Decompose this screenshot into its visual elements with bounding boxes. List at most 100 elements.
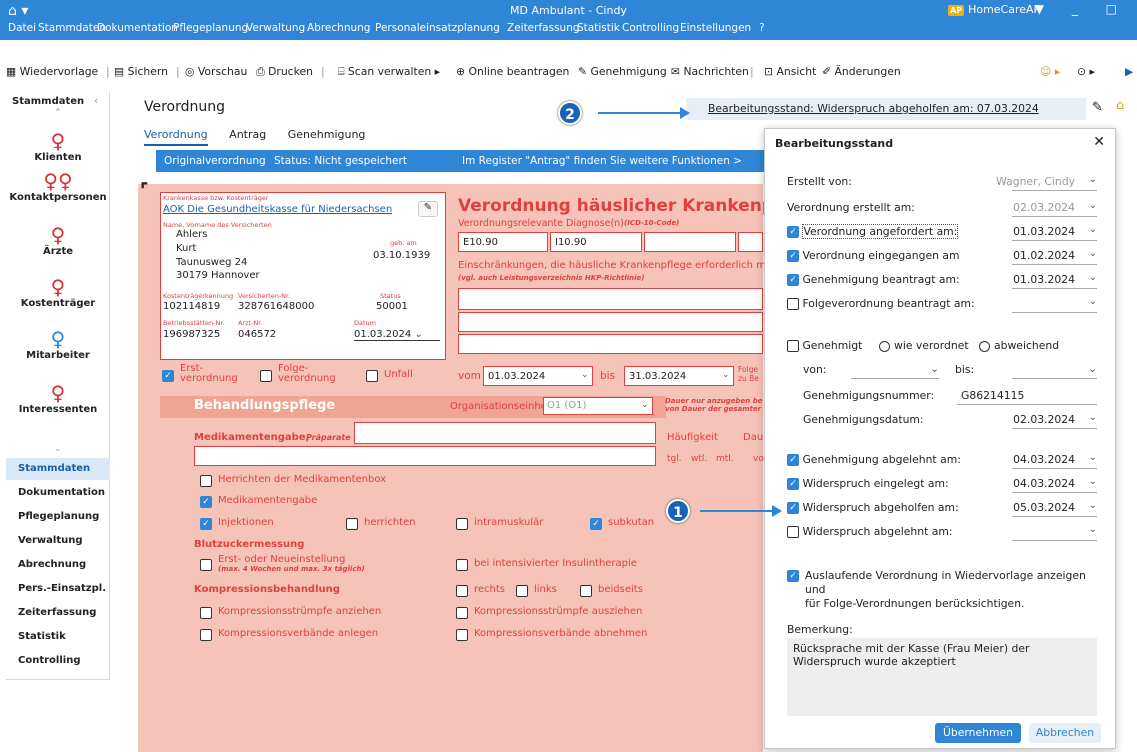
- k3-checkbox[interactable]: [200, 628, 212, 641]
- k4-checkbox[interactable]: [456, 628, 468, 641]
- angefordert-checkbox[interactable]: ✓: [787, 226, 799, 238]
- diagnosis-4[interactable]: [738, 232, 763, 252]
- cancel-button[interactable]: Abbrechen: [1029, 723, 1101, 743]
- intramuskulaer-checkbox[interactable]: [456, 517, 468, 530]
- chevron-down-icon[interactable]: ⌄: [1089, 174, 1097, 185]
- sidebar-item-klienten[interactable]: ♀ Klienten: [6, 130, 110, 163]
- erstneu-checkbox[interactable]: [200, 558, 212, 571]
- approval-button[interactable]: ✎ Genehmigung: [578, 65, 667, 78]
- messages-button[interactable]: ✉ Nachrichten: [671, 65, 749, 78]
- menu-statistik[interactable]: Statistik: [577, 22, 620, 34]
- folgeverordnung-checkbox[interactable]: [787, 298, 799, 310]
- genehmigt-checkbox[interactable]: [787, 340, 799, 352]
- chevron-down-icon[interactable]: ⌄: [1089, 248, 1097, 259]
- scroll-up-icon[interactable]: ⌃: [54, 108, 62, 118]
- overflow-icon[interactable]: ▶: [1125, 65, 1133, 78]
- auslaufend-option[interactable]: ✓ Auslaufende Verordnung in Wiedervorlag…: [787, 569, 1097, 611]
- abweichend-radio[interactable]: abweichend: [979, 339, 1059, 352]
- print-button[interactable]: ⎙ Drucken: [256, 65, 313, 79]
- menu-dokumentation[interactable]: Dokumentation: [97, 22, 178, 34]
- herrichten-checkbox[interactable]: [346, 517, 358, 530]
- k2-checkbox[interactable]: [456, 606, 468, 619]
- sidebar-item-aerzte[interactable]: ♀ Ärzte: [6, 224, 110, 257]
- tab-antrag[interactable]: Antrag: [229, 128, 266, 141]
- sidebar-item-interessenten[interactable]: ♀ Interessenten: [6, 382, 110, 415]
- medibox-checkbox[interactable]: [200, 474, 212, 487]
- eingegangen-checkbox[interactable]: ✓: [787, 250, 799, 262]
- nav-verwaltung[interactable]: Verwaltung: [6, 530, 110, 552]
- menu-controlling[interactable]: Controlling: [622, 22, 679, 34]
- wie-verordnet-radio[interactable]: wie verordnet: [879, 339, 969, 352]
- changes-button[interactable]: ✐ Änderungen: [822, 65, 901, 78]
- sidebar-item-kostentraeger[interactable]: ♀ Kostenträger: [6, 276, 110, 309]
- menu-zeiterfassung[interactable]: Zeiterfassung: [507, 22, 580, 34]
- von-select[interactable]: ⌄: [851, 362, 939, 379]
- erstellt-von-row[interactable]: Erstellt von: Wagner, Cindy ⌄: [787, 173, 1097, 191]
- chevron-down-icon[interactable]: ⌄: [1089, 500, 1097, 511]
- einschr-line-1[interactable]: [458, 288, 763, 310]
- chevron-down-icon[interactable]: ⌄: [1089, 476, 1097, 487]
- menu-verwaltung[interactable]: Verwaltung: [246, 22, 305, 34]
- abgelehnt-checkbox[interactable]: ✓: [787, 454, 799, 466]
- tab-genehmigung[interactable]: Genehmigung: [288, 128, 366, 141]
- kasse-link[interactable]: AOK Die Gesundheitskasse für Niedersachs…: [163, 204, 392, 215]
- menu-abrechnung[interactable]: Abrechnung: [307, 22, 370, 34]
- menu-help[interactable]: ?: [759, 22, 765, 34]
- chevron-down-icon[interactable]: ⌄: [1089, 296, 1097, 307]
- chevron-down-icon[interactable]: ⌄: [1089, 412, 1097, 423]
- preview-button[interactable]: ◎ Vorschau: [185, 65, 247, 78]
- save-button[interactable]: ▤ Sichern: [114, 65, 168, 78]
- antrag-hint[interactable]: Im Register "Antrag" finden Sie weitere …: [462, 150, 742, 172]
- genehmigungsdatum-row[interactable]: Genehmigungsdatum: 02.03.2024 ⌄: [787, 411, 1097, 429]
- nav-abrechnung[interactable]: Abrechnung: [6, 554, 110, 576]
- beantragt-checkbox[interactable]: ✓: [787, 274, 799, 286]
- widerspruch-abgelehnt-checkbox[interactable]: [787, 526, 799, 538]
- bis-dropdown-icon[interactable]: ⌄: [722, 370, 730, 380]
- chevron-down-icon[interactable]: ⌄: [1089, 200, 1097, 211]
- auslaufend-checkbox[interactable]: ✓: [787, 570, 799, 582]
- links-checkbox[interactable]: [516, 584, 528, 597]
- bearbeitungsstand-link[interactable]: Bearbeitungsstand: Widerspruch abgeholfe…: [686, 98, 1086, 120]
- nav-statistik[interactable]: Statistik: [6, 626, 110, 648]
- apply-button[interactable]: Übernehmen: [935, 723, 1021, 743]
- einschr-line-2[interactable]: [458, 312, 763, 332]
- window-controls[interactable]: ▼ _ □: [1035, 2, 1129, 16]
- folge-checkbox[interactable]: [260, 369, 272, 382]
- org-dropdown-icon[interactable]: ⌄: [641, 400, 649, 410]
- scroll-down-icon[interactable]: ⌄: [54, 444, 62, 454]
- praeparate-line-2[interactable]: [194, 446, 656, 466]
- nav-stammdaten[interactable]: Stammdaten: [6, 458, 110, 480]
- erstellt-am-row[interactable]: Verordnung erstellt am: 02.03.2024 ⌄: [787, 199, 1097, 217]
- injektionen-checkbox[interactable]: ✓: [200, 517, 212, 530]
- widerspruch-eingelegt-checkbox[interactable]: ✓: [787, 478, 799, 490]
- menu-personaleinsatzplanung[interactable]: Personaleinsatzplanung: [375, 22, 500, 34]
- chevron-down-icon[interactable]: ⌄: [1089, 272, 1097, 283]
- nav-zeiterfassung[interactable]: Zeiterfassung: [6, 602, 110, 624]
- menu-einstellungen[interactable]: Einstellungen: [680, 22, 751, 34]
- widerspruch-abgelehnt-row[interactable]: Widerspruch abgelehnt am: ⌄: [787, 523, 1097, 541]
- diagnosis-3[interactable]: [644, 232, 736, 252]
- widerspruch-abgeholfen-row[interactable]: ✓ Widerspruch abgeholfen am: 05.03.2024 ⌄: [787, 499, 1097, 517]
- edit-kasse-icon[interactable]: ✎: [418, 201, 438, 217]
- wiedervorlage-button[interactable]: ▦ Wiedervorlage: [6, 65, 98, 78]
- folgeverordnung-row[interactable]: Folgeverordnung beantragt am: ⌄: [787, 295, 1097, 313]
- nav-pers-einsatzpl[interactable]: Pers.-Einsatzpl.: [6, 578, 110, 600]
- pencil-icon[interactable]: ✎: [1092, 100, 1103, 115]
- einschr-line-3[interactable]: [458, 334, 763, 354]
- erst-checkbox[interactable]: ✓: [162, 369, 174, 382]
- angefordert-row[interactable]: ✓ Verordnung angefordert am: 01.03.2024 ⌄: [787, 223, 1097, 241]
- subkutan-checkbox[interactable]: ✓: [590, 517, 602, 530]
- unfall-checkbox[interactable]: [366, 369, 378, 382]
- smiley-icon[interactable]: ☺ ▸: [1040, 65, 1060, 78]
- status-icon[interactable]: ⌂: [1116, 98, 1124, 113]
- genehmigungsnummer-row[interactable]: Genehmigungsnummer: G86214115: [787, 387, 1097, 405]
- menu-pflegeplanung[interactable]: Pflegeplanung: [173, 22, 248, 34]
- rechts-checkbox[interactable]: [456, 584, 468, 597]
- chevron-down-icon[interactable]: ⌄: [1089, 452, 1097, 463]
- online-apply-button[interactable]: ⊕ Online beantragen: [456, 65, 569, 78]
- bis-select[interactable]: ⌄: [1012, 362, 1097, 379]
- nav-controlling[interactable]: Controlling: [6, 650, 110, 672]
- bemerkung-textarea[interactable]: Rücksprache mit der Kasse (Frau Meier) d…: [787, 638, 1097, 716]
- eingegangen-row[interactable]: ✓ Verordnung eingegangen am 01.02.2024 ⌄: [787, 247, 1097, 265]
- medigabe-checkbox[interactable]: ✓: [200, 495, 212, 508]
